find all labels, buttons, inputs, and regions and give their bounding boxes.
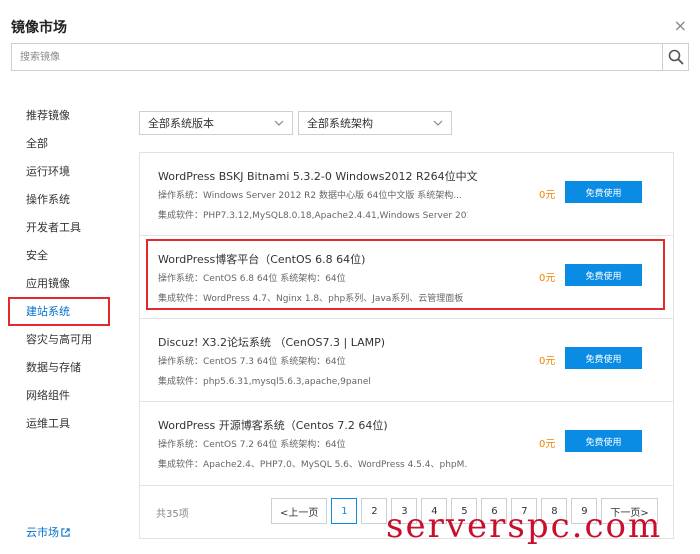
image-price: 0元 [539, 356, 556, 367]
item-highlight-box [146, 239, 665, 310]
sidebar-item-ops-tools[interactable]: 运维工具 [0, 410, 120, 438]
image-software: 集成软件：PHP7.3.12,MySQL8.0.18,Apache2.4.41,… [158, 211, 468, 221]
pagination: <上一页 1 2 3 4 5 6 7 8 9 下一页> [271, 498, 658, 524]
total-count: 共35项 [156, 509, 189, 520]
page-button[interactable]: 6 [481, 498, 508, 524]
image-os: 操作系统：CentOS 7.2 64位 系统架构：64位 [158, 440, 346, 450]
search-icon [668, 49, 683, 65]
page-button[interactable]: 8 [541, 498, 568, 524]
sidebar-item-network[interactable]: 网络组件 [0, 382, 120, 410]
category-sidebar: 推荐镜像 全部 运行环境 操作系统 开发者工具 安全 应用镜像 建站系统 容灾与… [0, 102, 120, 438]
sidebar-item-os[interactable]: 操作系统 [0, 186, 120, 214]
sidebar-item-security[interactable]: 安全 [0, 242, 120, 270]
next-page-button[interactable]: 下一页> [601, 498, 658, 524]
chevron-down-icon [274, 120, 284, 126]
external-link-icon [61, 527, 70, 537]
page-button[interactable]: 4 [421, 498, 448, 524]
image-price: 0元 [539, 439, 556, 450]
image-name[interactable]: Discuz! X3.2论坛系统 （CenOS7.3 | LAMP) [158, 334, 385, 350]
close-icon[interactable]: × [674, 18, 687, 34]
image-price: 0元 [539, 190, 556, 201]
image-name[interactable]: WordPress BSKJ Bitnami 5.3.2-0 Windows20… [158, 168, 478, 184]
free-use-button[interactable]: 免费使用 [565, 181, 642, 203]
page-button[interactable]: 9 [571, 498, 598, 524]
page-button[interactable]: 7 [511, 498, 538, 524]
image-software: 集成软件：Apache2.4、PHP7.0、MySQL 5.6、WordPres… [158, 460, 468, 470]
list-item: WordPress BSKJ Bitnami 5.3.2-0 Windows20… [140, 153, 673, 236]
page-button[interactable]: 3 [391, 498, 418, 524]
free-use-button[interactable]: 免费使用 [565, 430, 642, 452]
image-os: 操作系统：CentOS 7.3 64位 系统架构：64位 [158, 357, 346, 367]
search-input[interactable] [12, 44, 662, 70]
page-button[interactable]: 1 [331, 498, 358, 524]
list-item: Discuz! X3.2论坛系统 （CenOS7.3 | LAMP) 操作系统：… [140, 319, 673, 402]
sidebar-item-data-storage[interactable]: 数据与存储 [0, 354, 120, 382]
free-use-button[interactable]: 免费使用 [565, 347, 642, 369]
page-button[interactable]: 2 [361, 498, 388, 524]
search-button[interactable] [662, 44, 688, 70]
image-list: WordPress BSKJ Bitnami 5.3.2-0 Windows20… [139, 152, 674, 486]
sidebar-item-all[interactable]: 全部 [0, 130, 120, 158]
chevron-down-icon [433, 120, 443, 126]
sidebar-item-disaster-recovery[interactable]: 容灾与高可用 [0, 326, 120, 354]
list-item: WordPress 开源博客系统（Centos 7.2 64位) 操作系统：Ce… [140, 402, 673, 485]
cloud-market-label: 云市场 [26, 526, 59, 539]
sidebar-item-runtime[interactable]: 运行环境 [0, 158, 120, 186]
arch-select-value: 全部系统架构 [307, 117, 373, 130]
prev-page-button[interactable]: <上一页 [271, 498, 328, 524]
image-name[interactable]: WordPress 开源博客系统（Centos 7.2 64位) [158, 417, 388, 433]
image-os: 操作系统：Windows Server 2012 R2 数据中心版 64位中文版… [158, 191, 462, 201]
sidebar-item-app-images[interactable]: 应用镜像 [0, 270, 120, 298]
version-select-value: 全部系统版本 [148, 117, 214, 130]
sidebar-highlight-box [8, 297, 110, 326]
sidebar-item-devtools[interactable]: 开发者工具 [0, 214, 120, 242]
image-software: 集成软件：php5.6.31,mysql5.6.3,apache,9panel [158, 377, 371, 387]
filter-bar: 全部系统版本 全部系统架构 [139, 111, 452, 135]
page-title: 镜像市场 [11, 20, 67, 36]
search-bar [11, 43, 689, 71]
page-button[interactable]: 5 [451, 498, 478, 524]
version-select[interactable]: 全部系统版本 [139, 111, 293, 135]
cloud-market-link[interactable]: 云市场 [26, 524, 70, 540]
pagination-bar: 共35项 <上一页 1 2 3 4 5 6 7 8 9 下一页> [139, 483, 674, 539]
arch-select[interactable]: 全部系统架构 [298, 111, 452, 135]
sidebar-item-recommended[interactable]: 推荐镜像 [0, 102, 120, 130]
